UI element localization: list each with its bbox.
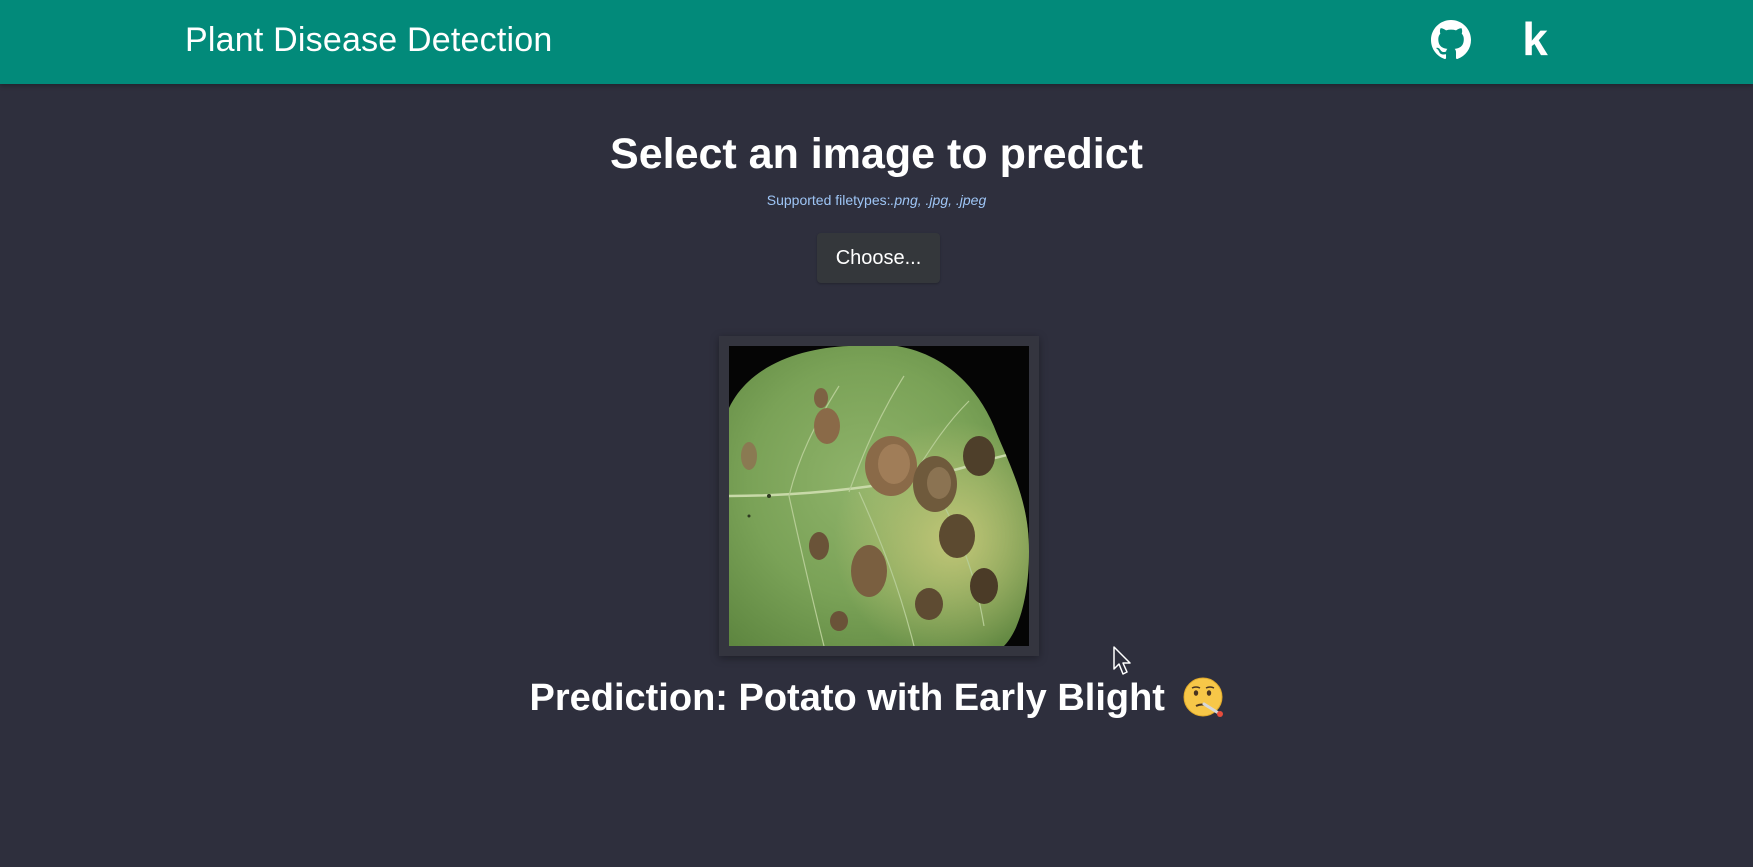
filetypes-hint: Supported filetypes:.png, .jpg, .jpeg [0, 191, 1753, 209]
prediction-result: Prediction: Potato with Early Blight [0, 675, 1753, 721]
mouse-cursor-icon [1113, 646, 1131, 675]
kaggle-icon[interactable]: k [1513, 13, 1557, 65]
prediction-text: Prediction: Potato with Early Blight [529, 677, 1165, 719]
kaggle-glyph: k [1522, 13, 1548, 65]
image-preview-card [719, 336, 1039, 656]
leaf-image [729, 346, 1029, 646]
navbar: Plant Disease Detection k [0, 0, 1753, 84]
filetypes-label: Supported filetypes: [766, 192, 891, 208]
page-title: Select an image to predict [610, 130, 1143, 178]
brand-title[interactable]: Plant Disease Detection [185, 20, 552, 60]
main-content: Select an image to predict Supported fil… [0, 84, 1753, 867]
face-with-thermometer-icon [1183, 677, 1223, 717]
choose-file-button[interactable]: Choose... [817, 233, 940, 283]
github-icon[interactable] [1429, 18, 1473, 62]
github-icon-graphic [1431, 20, 1471, 60]
filetypes-value: .png, .jpg, .jpeg [890, 192, 987, 208]
